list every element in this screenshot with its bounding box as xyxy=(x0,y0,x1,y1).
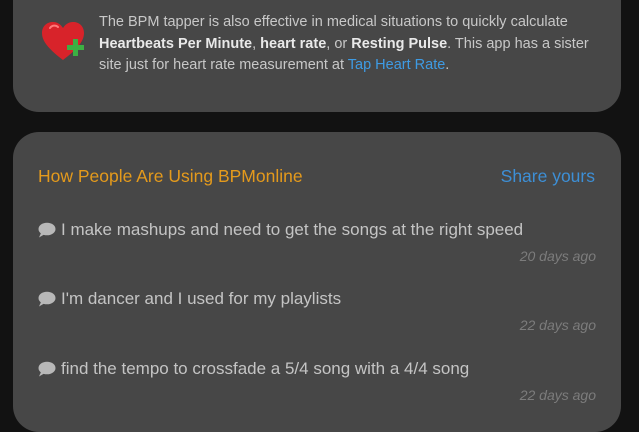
usage-card: How People Are Using BPMonline Share you… xyxy=(13,132,621,432)
bold-heartbeats-per-minute: Heartbeats Per Minute xyxy=(99,35,253,52)
comment-item: I'm dancer and I used for my playlists 2… xyxy=(38,289,596,333)
bold-resting-pulse: Resting Pulse xyxy=(351,35,448,52)
heart-plus-icon xyxy=(42,22,84,60)
speech-bubble-icon xyxy=(38,361,56,377)
speech-bubble-icon xyxy=(38,222,56,238)
tap-heart-rate-link[interactable]: Tap Heart Rate xyxy=(348,57,446,73)
comment-date: 22 days ago xyxy=(519,317,596,333)
comment-date: 20 days ago xyxy=(519,248,596,264)
comment-item: I make mashups and need to get the songs… xyxy=(38,220,596,264)
usage-section-title: How People Are Using BPMonline xyxy=(38,166,303,186)
speech-bubble-icon xyxy=(38,291,56,307)
comment-item: find the tempo to crossfade a 5/4 song w… xyxy=(38,359,596,403)
comment-text: find the tempo to crossfade a 5/4 song w… xyxy=(61,359,470,378)
heart-rate-info-card: The BPM tapper is also effective in medi… xyxy=(13,0,621,112)
share-yours-link[interactable]: Share yours xyxy=(501,166,595,187)
heart-rate-description: The BPM tapper is also effective in medi… xyxy=(99,14,589,73)
comment-text: I make mashups and need to get the songs… xyxy=(61,220,524,239)
comment-text: I'm dancer and I used for my playlists xyxy=(61,289,342,308)
bold-heart-rate: heart rate xyxy=(260,35,327,52)
